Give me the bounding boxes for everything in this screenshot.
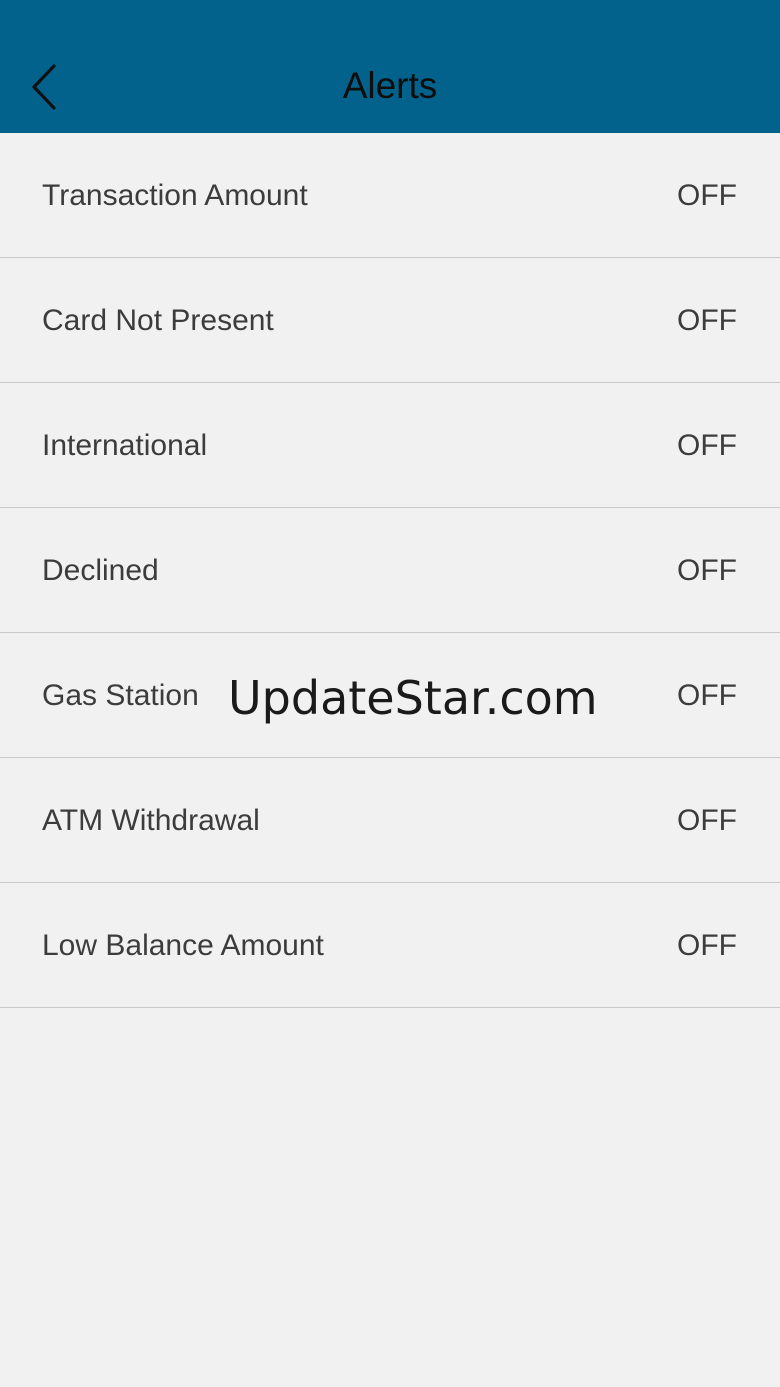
alert-label: Declined [42,554,159,587]
alert-status: OFF [677,179,737,212]
alert-label: Gas Station [42,679,199,712]
alert-row-international[interactable]: International OFF [0,383,780,508]
alert-row-low-balance-amount[interactable]: Low Balance Amount OFF [0,883,780,1008]
alert-label: Low Balance Amount [42,929,324,962]
alert-status: OFF [677,679,737,712]
app-header: Alerts [0,0,780,133]
alert-row-atm-withdrawal[interactable]: ATM Withdrawal OFF [0,758,780,883]
alert-label: Transaction Amount [42,179,308,212]
alert-status: OFF [677,804,737,837]
alert-status: OFF [677,554,737,587]
alert-label: Card Not Present [42,304,274,337]
alert-label: International [42,429,208,462]
alert-row-card-not-present[interactable]: Card Not Present OFF [0,258,780,383]
alert-status: OFF [677,929,737,962]
alert-status: OFF [677,429,737,462]
alerts-list: Transaction Amount OFF Card Not Present … [0,133,780,1008]
alert-row-transaction-amount[interactable]: Transaction Amount OFF [0,133,780,258]
alert-row-declined[interactable]: Declined OFF [0,508,780,633]
watermark-text: UpdateStar.com [228,671,598,725]
page-title: Alerts [342,65,438,106]
alert-status: OFF [677,304,737,337]
alert-label: ATM Withdrawal [42,804,260,837]
